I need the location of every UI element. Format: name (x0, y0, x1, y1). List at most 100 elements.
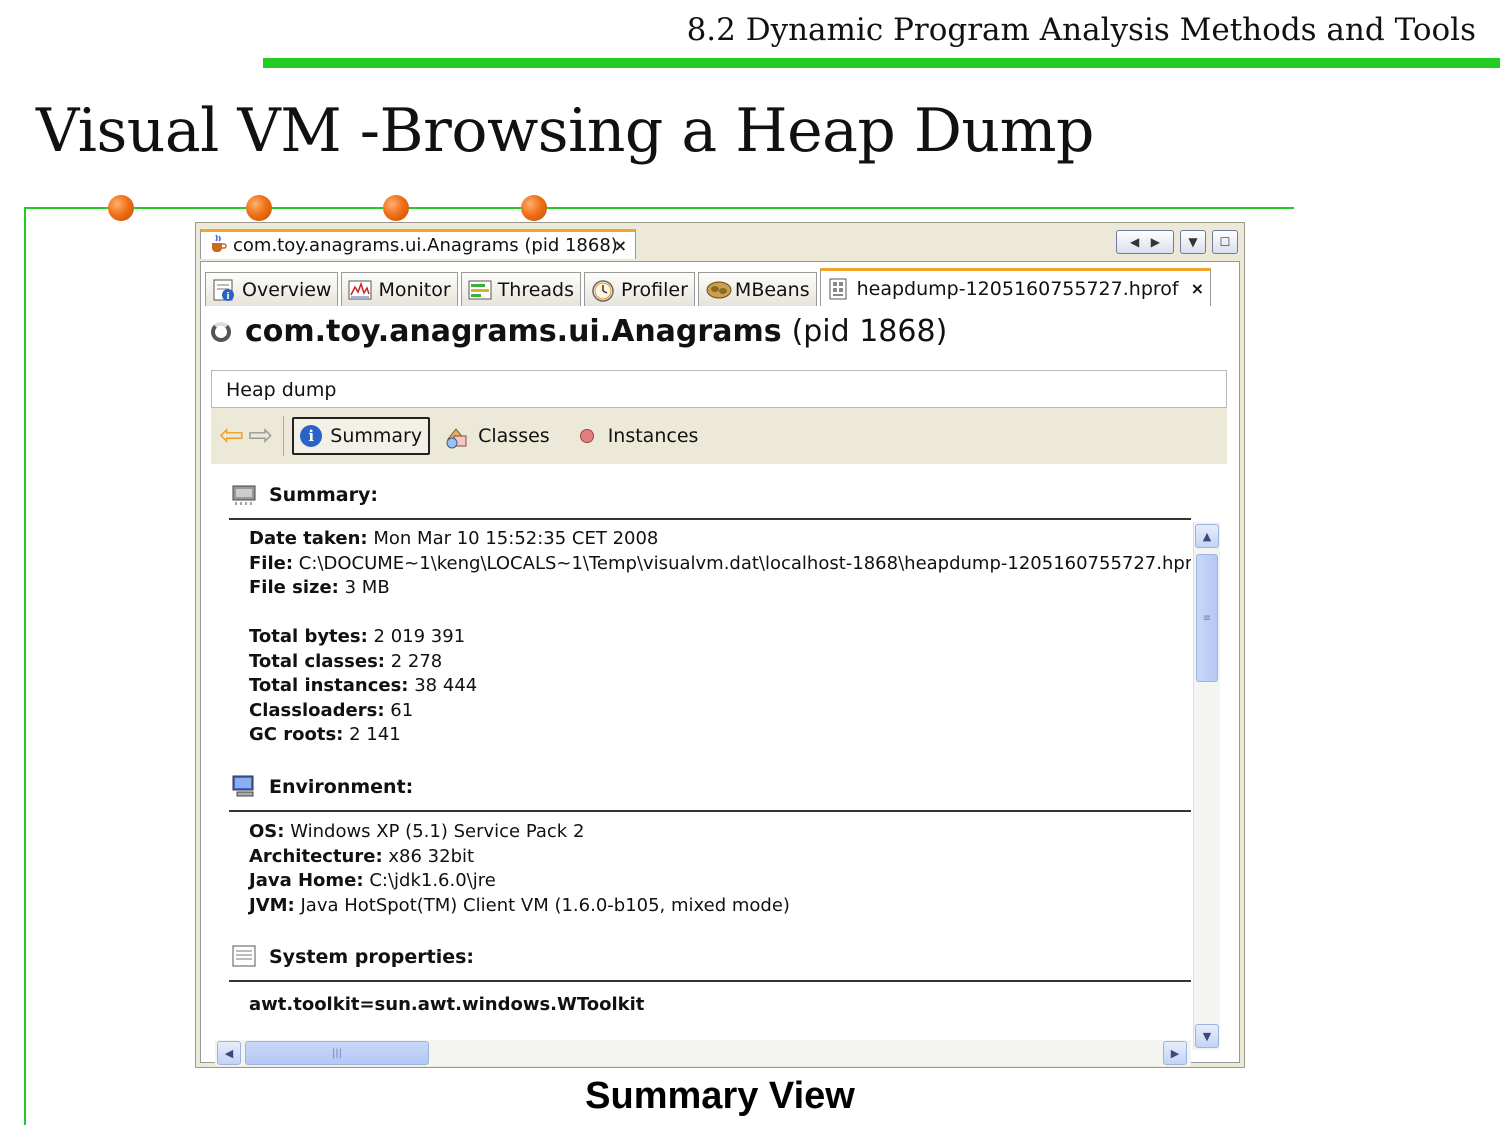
horizontal-scrollbar[interactable]: ◀ ||| ▶ (215, 1040, 1191, 1066)
tab-overview[interactable]: i Overview (205, 272, 339, 306)
file-row: File: C:\DOCUME~1\keng\LOCALS~1\Temp\vis… (249, 553, 1191, 574)
vertical-scroll-thumb[interactable]: ≡ (1196, 554, 1218, 682)
architecture-label: Architecture: (249, 846, 383, 867)
loading-spinner-icon (211, 321, 231, 342)
scroll-left-button[interactable]: ◀ (217, 1041, 241, 1065)
tab-threads[interactable]: Threads (460, 272, 582, 306)
chevron-up-icon: ▲ (1202, 529, 1212, 543)
maximize-icon: ☐ (1219, 235, 1231, 249)
tab-mbeans-label: MBeans (734, 278, 810, 301)
total-bytes-value: 2 019 391 (373, 626, 466, 647)
summary-view-label: Summary (330, 425, 423, 447)
architecture-row: Architecture: x86 32bit (249, 846, 474, 867)
tab-profiler[interactable]: Profiler (584, 272, 695, 306)
java-home-value: C:\jdk1.6.0\jre (369, 870, 496, 891)
process-window-tab-label: com.toy.anagrams.ui.Anagrams (pid 1868) (233, 235, 618, 256)
process-pid: (pid 1868) (791, 314, 948, 349)
decor-bullet-dot (383, 195, 409, 221)
total-classes-label: Total classes: (249, 651, 385, 672)
summary-content: Summary: Date taken: Mon Mar 10 15:52:35… (215, 474, 1191, 1022)
tab-list-dropdown[interactable]: ▼ (1180, 230, 1206, 254)
os-value: Windows XP (5.1) Service Pack 2 (290, 821, 585, 842)
chevron-right-icon: ▶ (1170, 1046, 1180, 1060)
forward-arrow-icon[interactable]: ⇨ (248, 421, 273, 451)
scroll-up-button[interactable]: ▲ (1195, 524, 1219, 548)
tab-monitor[interactable]: Monitor (341, 272, 458, 306)
properties-list-icon (231, 944, 257, 968)
summary-view-button[interactable]: i Summary (292, 417, 431, 455)
file-value: C:\DOCUME~1\keng\LOCALS~1\Temp\visualvm.… (298, 553, 1191, 574)
instances-view-label: Instances (607, 425, 699, 447)
chevron-right-icon[interactable]: ▶ (1151, 235, 1160, 249)
close-icon[interactable]: × (614, 236, 627, 255)
decor-vertical-line (24, 207, 26, 1125)
total-instances-value: 38 444 (414, 675, 478, 696)
chevron-left-icon: ◀ (224, 1046, 234, 1060)
back-arrow-icon[interactable]: ⇦ (219, 421, 244, 451)
gc-roots-value: 2 141 (349, 724, 401, 745)
vertical-scrollbar[interactable]: ▲ ≡ ▼ (1193, 522, 1220, 1050)
section-divider (229, 810, 1191, 812)
classloaders-label: Classloaders: (249, 700, 385, 721)
tab-mbeans[interactable]: MBeans (697, 272, 817, 306)
decor-horizontal-line (24, 207, 1294, 209)
gc-roots-label: GC roots: (249, 724, 344, 745)
file-size-value: 3 MB (344, 577, 390, 598)
java-home-row: Java Home: C:\jdk1.6.0\jre (249, 870, 496, 891)
system-property-row: awt.toolkit=sun.awt.windows.WToolkit (249, 994, 644, 1015)
environment-section-heading: Environment: (231, 774, 413, 798)
tab-heapdump[interactable]: heapdump-1205160755727.hprof × (819, 268, 1211, 306)
tab-monitor-label: Monitor (378, 278, 451, 301)
heapdump-icon (827, 277, 851, 301)
process-name: com.toy.anagrams.ui.Anagrams (245, 314, 782, 349)
toolbar-separator (283, 416, 285, 456)
architecture-value: x86 32bit (388, 846, 475, 867)
application-tabs: i Overview Monitor Threads Profiler MBea… (205, 268, 1214, 306)
horizontal-scroll-thumb[interactable]: ||| (245, 1041, 429, 1065)
file-size-row: File size: 3 MB (249, 577, 390, 598)
classes-view-button[interactable]: Classes (438, 419, 556, 453)
tab-threads-label: Threads (497, 278, 575, 301)
scroll-right-button[interactable]: ▶ (1163, 1041, 1187, 1065)
classes-shapes-icon (444, 425, 470, 449)
decor-bullet-dot (108, 195, 134, 221)
jvm-row: JVM: Java HotSpot(TM) Client VM (1.6.0-b… (249, 895, 790, 916)
summary-section-heading: Summary: (231, 482, 378, 506)
maximize-button[interactable]: ☐ (1212, 230, 1238, 254)
jvm-label: JVM: (249, 895, 295, 916)
decor-bullet-dot (521, 195, 547, 221)
os-row: OS: Windows XP (5.1) Service Pack 2 (249, 821, 584, 842)
instance-dot-icon (579, 429, 594, 443)
process-heading: com.toy.anagrams.ui.Anagrams (pid 1868) (211, 314, 947, 349)
mbeans-icon (705, 278, 732, 302)
computer-monitor-icon (231, 774, 257, 798)
summary-heading-label: Summary: (269, 484, 378, 506)
system-properties-section-heading: System properties: (231, 944, 474, 968)
decor-bullet-dot (246, 195, 272, 221)
process-window-tab[interactable]: com.toy.anagrams.ui.Anagrams (pid 1868) … (200, 229, 636, 259)
total-classes-value: 2 278 (390, 651, 443, 672)
tab-scroll-buttons[interactable]: ◀ ▶ (1116, 230, 1174, 254)
window-controls: ◀ ▶ ▼ ☐ (1116, 230, 1238, 254)
file-size-label: File size: (249, 577, 339, 598)
scroll-down-button[interactable]: ▼ (1195, 1024, 1219, 1048)
total-instances-row: Total instances: 38 444 (249, 675, 477, 696)
profiler-clock-icon (591, 278, 615, 302)
classloaders-row: Classloaders: 61 (249, 700, 413, 721)
section-divider (229, 518, 1191, 520)
file-label: File: (249, 553, 294, 574)
instances-view-button[interactable]: Instances (564, 419, 705, 453)
chevron-left-icon[interactable]: ◀ (1130, 235, 1139, 249)
total-bytes-label: Total bytes: (249, 626, 368, 647)
date-taken-row: Date taken: Mon Mar 10 15:52:35 CET 2008 (249, 528, 658, 549)
system-properties-heading-label: System properties: (269, 946, 475, 968)
slide-title: Visual VM -Browsing a Heap Dump (36, 96, 1094, 166)
info-icon: i (300, 425, 323, 447)
svg-text:i: i (226, 292, 229, 302)
overview-icon: i (212, 278, 236, 302)
tab-heapdump-label: heapdump-1205160755727.hprof (856, 277, 1179, 300)
os-label: OS: (249, 821, 285, 842)
chevron-down-icon: ▼ (1202, 1029, 1212, 1043)
close-icon[interactable]: × (1191, 279, 1204, 298)
slide-section-header: 8.2 Dynamic Program Analysis Methods and… (686, 12, 1476, 48)
